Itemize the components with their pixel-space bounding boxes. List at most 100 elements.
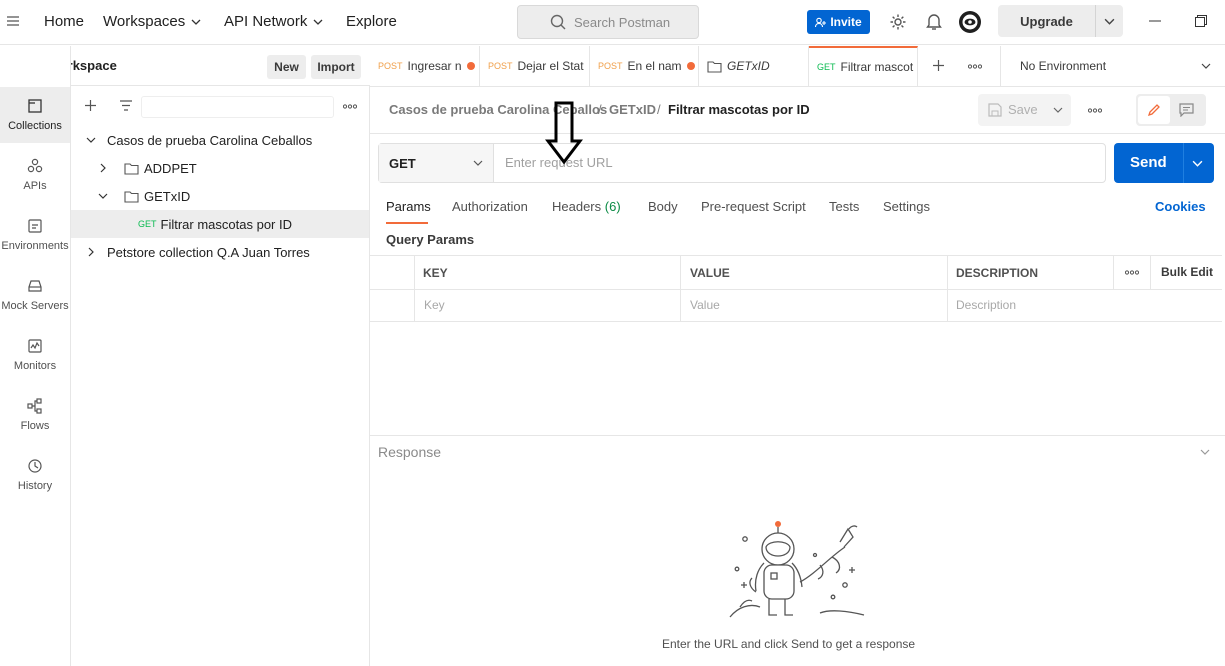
sidebar-item-label: APIs [23,180,47,192]
more-tabs-icon[interactable] [968,64,982,69]
sidebar-item-environments[interactable]: Environments [0,207,70,263]
cookies-link[interactable]: Cookies [1155,199,1206,214]
filter-collections-input[interactable] [141,96,334,118]
query-params-table: KEY VALUE DESCRIPTION Bulk Edit Key Valu… [370,255,1222,322]
collections-icon [28,99,42,113]
tab-headers[interactable]: Headers (6) [552,199,621,214]
response-title: Response [378,444,442,460]
sidebar-item-monitors[interactable]: Monitors [0,327,70,383]
bulk-edit-button[interactable]: Bulk Edit [1161,265,1213,279]
invite-label: Invite [830,15,862,29]
collection-name: Petstore collection Q.A Juan Torres [107,244,310,260]
breadcrumb-folder[interactable]: GETxID [609,102,656,117]
minimize-icon[interactable] [1148,16,1162,26]
search-input[interactable]: Search Postman [517,5,699,39]
save-options-chevron-icon[interactable] [1053,105,1063,115]
query-params-title: Query Params [386,232,475,247]
nav-home[interactable]: Home [44,13,84,30]
chevron-right-icon [100,163,106,173]
invite-button[interactable]: Invite [807,10,870,34]
nav-api-network[interactable]: API Network [224,13,323,30]
environment-select[interactable]: No Environment [1000,46,1225,86]
collapse-response-chevron-icon[interactable] [1200,447,1210,457]
send-options-divider [1183,143,1184,183]
tab-label: Dejar el Stat [517,59,584,73]
environments-icon [28,219,42,233]
request-tab[interactable]: POST Ingresar n [370,46,480,86]
folder-item[interactable]: ADDPET [71,154,369,182]
tab-method: POST [378,61,403,71]
sidebar-item-history[interactable]: History [0,447,70,503]
save-label: Save [1008,102,1038,117]
column-header-key: KEY [423,266,448,280]
request-item[interactable]: GET Filtrar mascotas por ID [71,210,369,238]
collection-item[interactable]: Casos de prueba Carolina Ceballos [71,126,369,154]
request-tab-active[interactable]: GET Filtrar mascot [809,46,918,86]
search-placeholder: Search Postman [574,14,671,30]
chevron-down-icon [191,19,201,25]
comments-icon[interactable] [1179,103,1194,117]
unsaved-dot-icon [686,62,695,70]
sidebar-rail: Collections APIs Environments Mock Serve… [0,46,71,666]
new-button[interactable]: New [267,55,306,79]
send-button[interactable]: Send [1114,143,1214,183]
method-select[interactable]: GET [379,144,494,182]
folder-tab[interactable]: GETxID [699,46,809,86]
tab-authorization[interactable]: Authorization [452,199,528,214]
restore-icon[interactable] [1195,15,1207,27]
sidebar-item-label: Flows [20,420,50,432]
avatar[interactable] [958,10,982,34]
folder-icon [124,190,139,203]
sidebar-item-collections[interactable]: Collections [0,87,70,143]
folder-item[interactable]: GETxID [71,182,369,210]
settings-gear-icon[interactable] [889,13,907,31]
menu-icon[interactable] [6,14,20,28]
upgrade-button[interactable]: Upgrade [998,5,1123,37]
chevron-down-icon[interactable] [1104,16,1115,27]
sidebar-item-apis[interactable]: APIs [0,147,70,203]
tab-body[interactable]: Body [648,199,678,214]
more-options-icon[interactable] [1125,270,1139,275]
tab-prerequest-script[interactable]: Pre-request Script [701,199,806,214]
down-arrow-annotation-icon [545,101,583,165]
folder-name: ADDPET [144,160,197,176]
description-input[interactable]: Description [956,298,1016,312]
column-header-value: VALUE [690,266,730,280]
response-divider[interactable] [370,435,1225,436]
tab-label: GETxID [727,59,770,73]
column-divider [1150,256,1151,289]
save-button[interactable]: Save [978,94,1071,126]
nav-explore[interactable]: Explore [346,13,397,30]
view-toggle [1136,94,1206,126]
tab-method: POST [488,61,513,71]
sidebar-item-mock-servers[interactable]: Mock Servers [0,267,70,323]
environment-label: No Environment [1020,59,1107,73]
add-collection-icon[interactable] [84,99,97,112]
new-tab-icon[interactable] [932,59,945,72]
value-input[interactable]: Value [690,298,720,312]
tab-tests[interactable]: Tests [829,199,859,214]
notifications-bell-icon[interactable] [925,12,943,31]
folder-icon [124,162,139,175]
request-tab[interactable]: POST En el nam [590,46,699,86]
import-button[interactable]: Import [311,55,361,79]
column-divider [680,256,681,322]
chevron-down-icon [473,158,483,168]
tab-settings[interactable]: Settings [883,199,930,214]
key-input[interactable]: Key [424,298,445,312]
chevron-down-icon[interactable] [1192,158,1203,169]
tab-label: Filtrar mascot [840,60,914,74]
monitors-icon [28,339,42,353]
more-options-icon[interactable] [343,104,357,109]
edit-mode-button[interactable] [1138,96,1170,124]
search-icon [550,14,566,30]
nav-workspaces-label: Workspaces [103,13,186,30]
column-header-description: DESCRIPTION [956,266,1039,280]
nav-workspaces[interactable]: Workspaces [103,13,201,30]
more-options-icon[interactable] [1088,108,1102,113]
collection-item[interactable]: Petstore collection Q.A Juan Torres [71,238,369,266]
sidebar-item-flows[interactable]: Flows [0,387,70,443]
filter-icon[interactable] [119,100,133,111]
tab-params[interactable]: Params [386,199,431,214]
request-tab[interactable]: POST Dejar el Stat [480,46,590,86]
